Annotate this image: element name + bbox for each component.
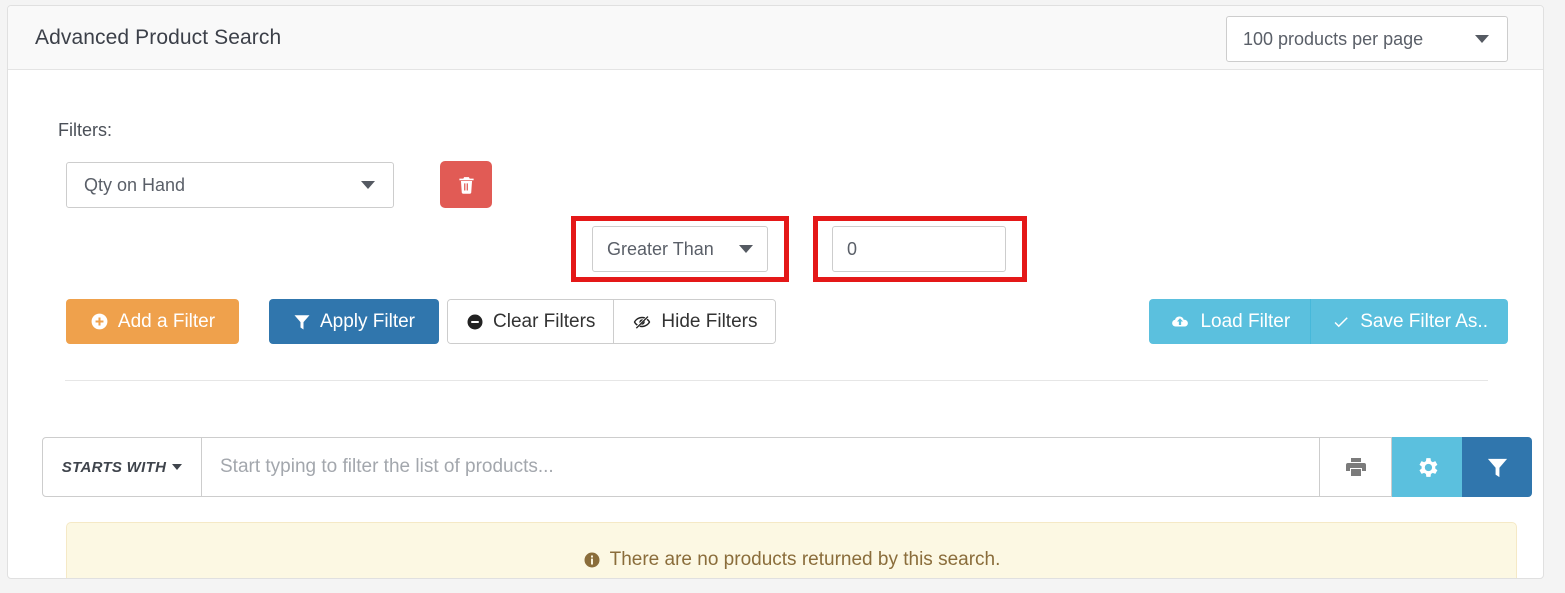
advanced-product-search-panel: Advanced Product Search 100 products per… [7, 5, 1544, 579]
funnel-icon [1487, 458, 1507, 477]
add-filter-button[interactable]: Add a Filter [66, 299, 239, 344]
product-search-bar: STARTS WITH [42, 437, 1532, 497]
minus-circle-icon [467, 314, 483, 329]
filter-field-select[interactable]: Qty on Hand [66, 162, 394, 208]
filter-operator-value: Greater Than [607, 238, 714, 259]
chevron-down-icon [1475, 35, 1489, 43]
filters-label: Filters: [58, 120, 112, 140]
caret-down-icon [172, 464, 183, 470]
info-circle-icon [584, 552, 600, 567]
print-button[interactable] [1320, 437, 1392, 497]
apply-filter-label: Apply Filter [319, 310, 416, 332]
delete-filter-button[interactable] [440, 161, 492, 208]
no-results-message: There are no products returned by this s… [609, 548, 1001, 570]
save-filter-as-label: Save Filter As.. [1360, 310, 1488, 332]
clear-filters-button[interactable]: Clear Filters [448, 300, 614, 343]
hide-filters-label: Hide Filters [661, 310, 758, 332]
filter-value-input[interactable] [832, 226, 1006, 272]
trash-icon [458, 176, 474, 194]
filter-toggle-button-group: Clear Filters Hide Filters [447, 299, 777, 344]
apply-filter-button[interactable]: Apply Filter [269, 299, 439, 344]
chevron-down-icon [739, 245, 753, 253]
save-filter-as-button[interactable]: Save Filter As.. [1310, 299, 1508, 344]
check-icon [1334, 316, 1348, 327]
filter-persistence-button-group: Load Filter Save Filter As.. [1149, 299, 1508, 344]
chevron-down-icon [361, 181, 375, 189]
funnel-icon [294, 314, 310, 329]
plus-circle-icon [91, 313, 108, 330]
load-filter-button[interactable]: Load Filter [1149, 299, 1311, 344]
printer-icon [1345, 458, 1366, 476]
page-title: Advanced Product Search [35, 26, 282, 49]
clear-filters-label: Clear Filters [493, 310, 596, 332]
search-mode-dropdown[interactable]: STARTS WITH [42, 437, 202, 497]
no-results-alert: There are no products returned by this s… [66, 522, 1517, 578]
panel-header: Advanced Product Search 100 products per… [8, 6, 1543, 70]
search-settings-button[interactable] [1392, 437, 1462, 497]
search-mode-label: STARTS WITH [61, 458, 167, 476]
section-divider [65, 380, 1488, 381]
eye-slash-icon [634, 315, 651, 329]
load-filter-label: Load Filter [1200, 310, 1291, 332]
products-per-page-label: 100 products per page [1243, 28, 1424, 49]
add-filter-label: Add a Filter [117, 310, 216, 332]
cloud-upload-icon [1172, 315, 1189, 326]
products-per-page-select[interactable]: 100 products per page [1226, 16, 1508, 62]
filter-field-value: Qty on Hand [84, 174, 186, 195]
gear-icon [1418, 457, 1437, 477]
search-filter-button[interactable] [1462, 437, 1532, 497]
filter-operator-select[interactable]: Greater Than [592, 226, 768, 272]
search-input[interactable] [202, 437, 1320, 497]
hide-filters-button[interactable]: Hide Filters [613, 300, 776, 343]
